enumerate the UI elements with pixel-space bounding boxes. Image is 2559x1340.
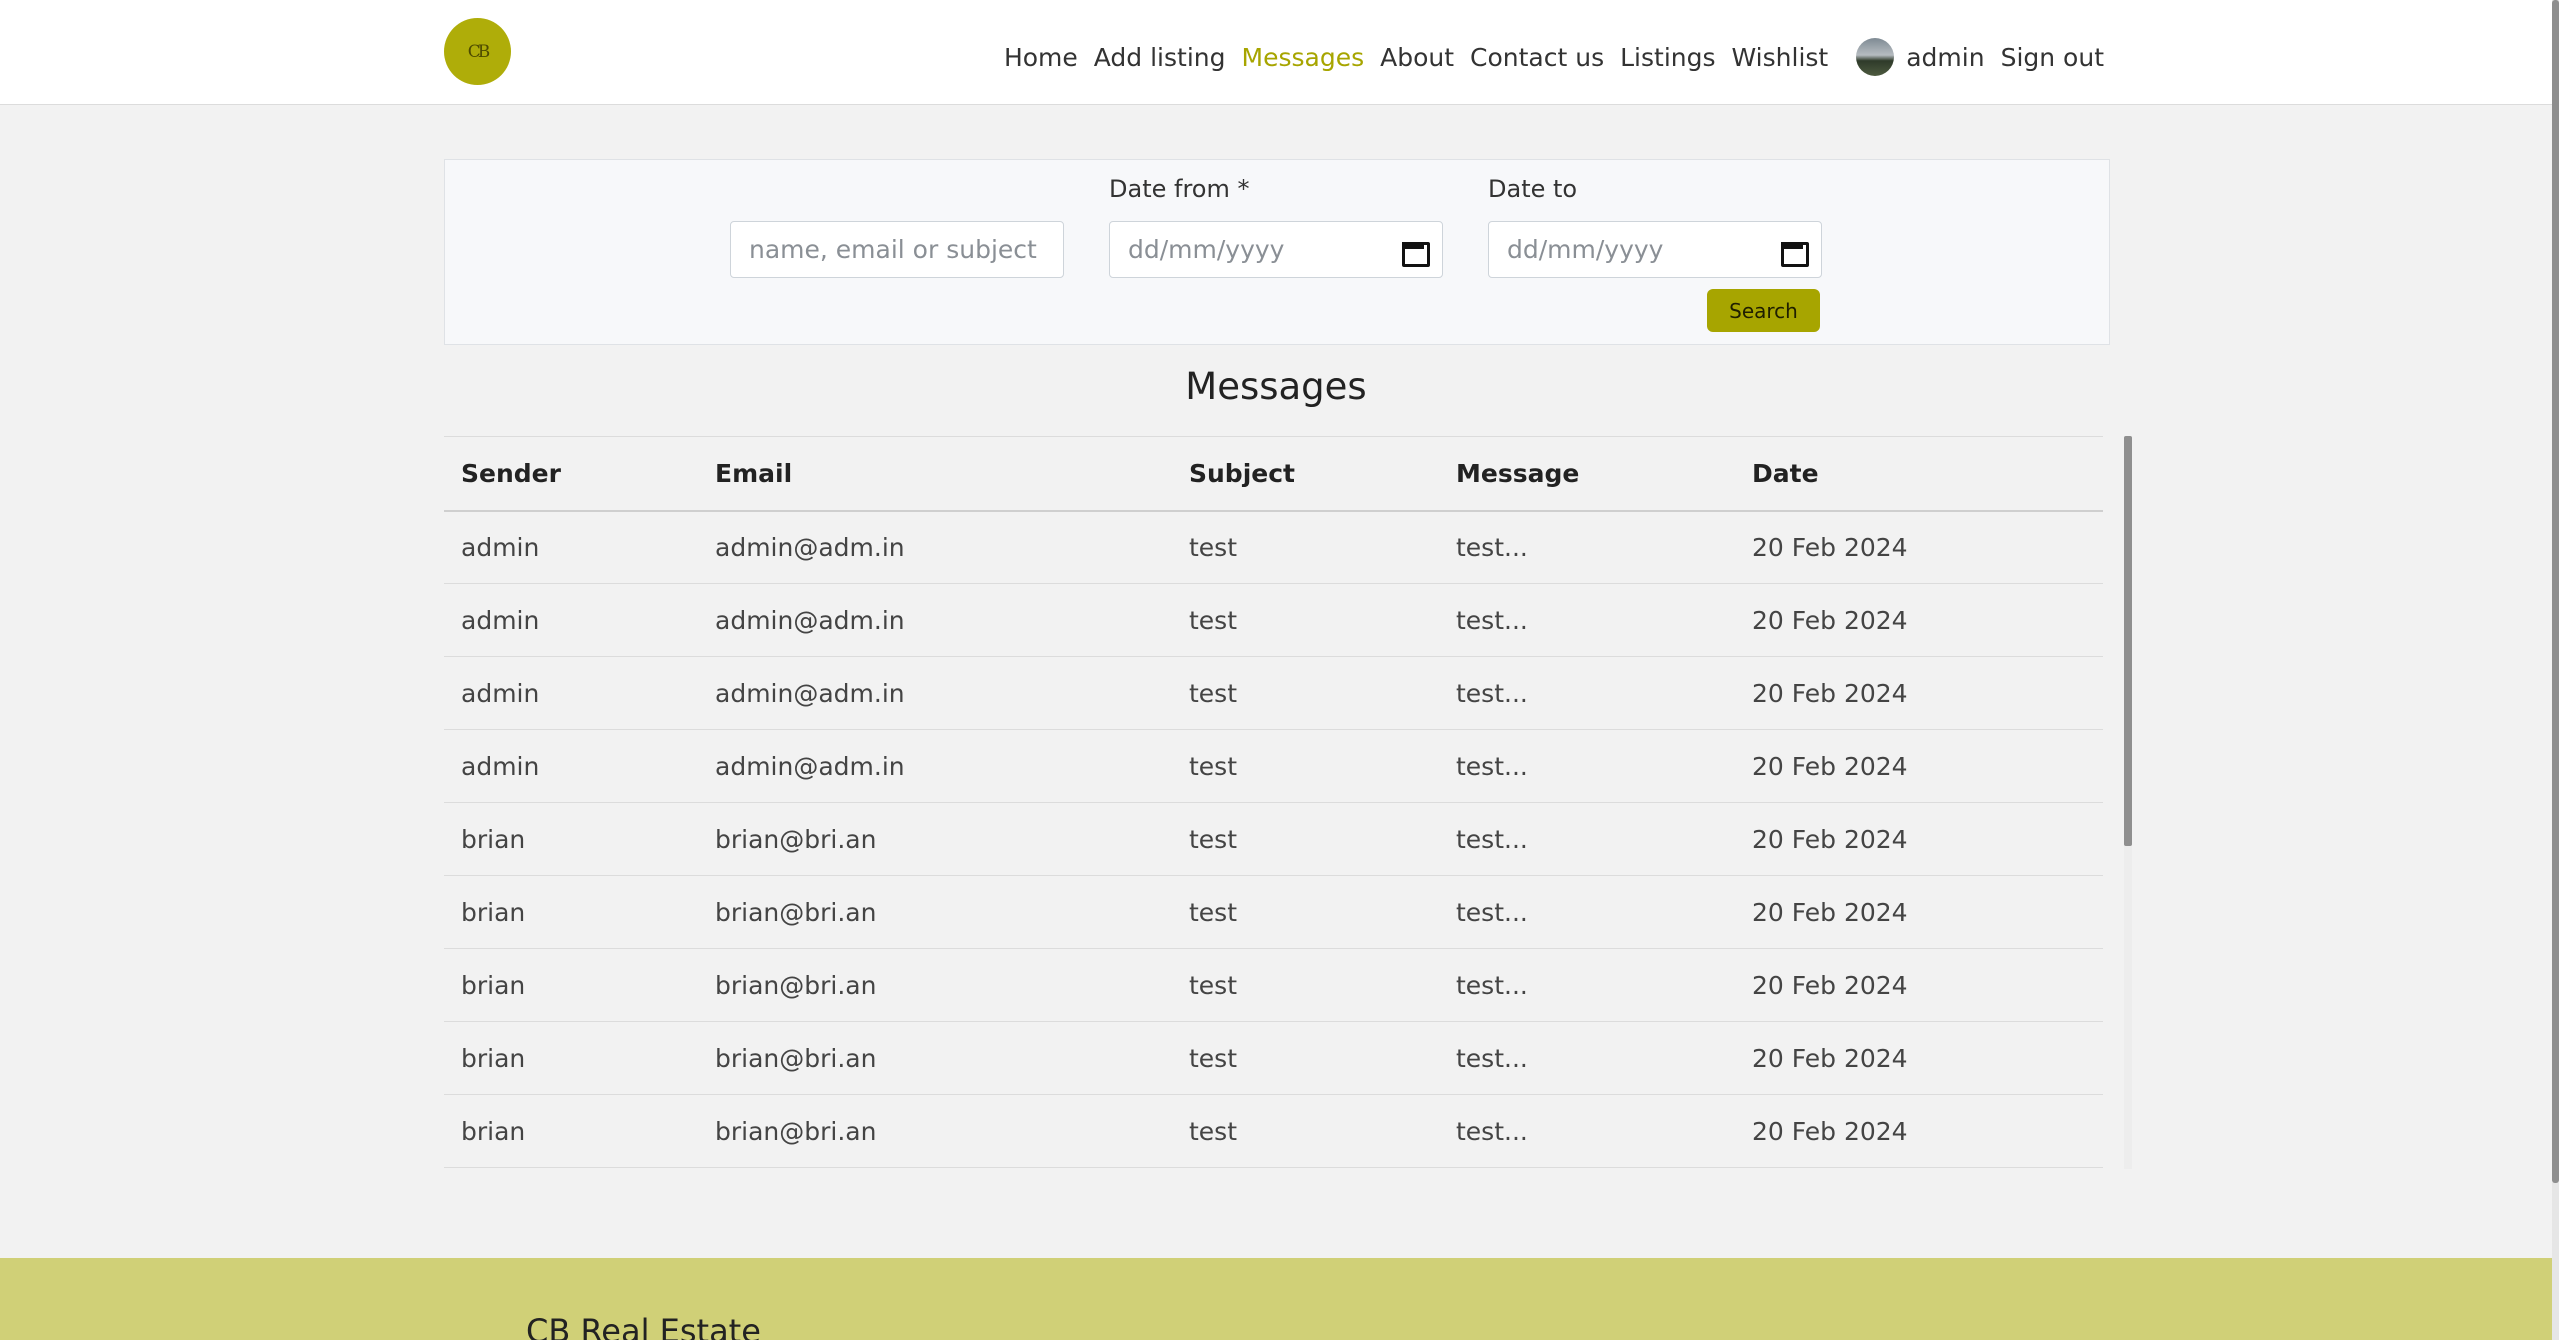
cell-message: test... [1439, 802, 1735, 876]
logo-icon[interactable]: CB [444, 18, 511, 85]
table-row[interactable]: admin admin@adm.in test test... 20 Feb 2024 [444, 583, 2103, 657]
page-title: Messages [1185, 365, 1367, 408]
cell-email: brian@bri.an [698, 948, 1172, 1022]
cell-message: test... [1439, 729, 1735, 803]
nav-link-contact-us[interactable]: Contact us [1470, 43, 1604, 72]
nav-link-home[interactable]: Home [1004, 43, 1078, 72]
nav-link-wishlist[interactable]: Wishlist [1732, 43, 1829, 72]
table-row[interactable]: admin admin@adm.in test test... 20 Feb 2024 [444, 729, 2103, 803]
avatar[interactable] [1856, 38, 1895, 76]
table-scrollbar[interactable] [2124, 436, 2132, 846]
cell-message: test... [1439, 948, 1735, 1022]
footer: CB Real Estate [0, 1258, 2552, 1340]
cell-email: brian@bri.an [698, 802, 1172, 876]
cell-email: admin@adm.in [698, 729, 1172, 803]
user-name-link[interactable]: admin [1906, 43, 1984, 72]
cell-subject: test [1172, 656, 1439, 730]
cell-sender: admin [444, 510, 698, 584]
header-date: Date [1735, 436, 2103, 512]
table-row[interactable]: admin admin@adm.in test test... 20 Feb 2024 [444, 510, 2103, 584]
table-header-row: Sender Email Subject Message Date [444, 436, 2103, 512]
cell-email: admin@adm.in [698, 656, 1172, 730]
messages-table: Sender Email Subject Message Date admin a… [444, 436, 2103, 1168]
date-to-input[interactable]: dd/mm/yyyy [1488, 221, 1822, 278]
cell-date: 20 Feb 2024 [1735, 875, 2103, 949]
search-input[interactable]: name, email or subject [730, 221, 1064, 278]
table-row[interactable]: brian brian@bri.an test test... 20 Feb 2024 [444, 875, 2103, 949]
cell-message: test... [1439, 656, 1735, 730]
cell-date: 20 Feb 2024 [1735, 656, 2103, 730]
date-to-label: Date to [1488, 175, 1578, 203]
cell-email: brian@bri.an [698, 875, 1172, 949]
calendar-icon[interactable] [1402, 239, 1430, 267]
sign-out-link[interactable]: Sign out [2001, 43, 2104, 72]
date-from-label: Date from * [1109, 175, 1250, 203]
cell-sender: brian [444, 875, 698, 949]
header-email: Email [698, 436, 1172, 512]
cell-date: 20 Feb 2024 [1735, 948, 2103, 1022]
cell-sender: brian [444, 1094, 698, 1168]
nav-link-add-listing[interactable]: Add listing [1094, 43, 1226, 72]
logo-text: CB [467, 41, 490, 62]
cell-message: test... [1439, 1021, 1735, 1095]
cell-sender: admin [444, 583, 698, 657]
messages-table-container: Sender Email Subject Message Date admin a… [444, 436, 2103, 1169]
cell-subject: test [1172, 875, 1439, 949]
table-row[interactable]: brian brian@bri.an test test... 20 Feb 2024 [444, 802, 2103, 876]
header-subject: Subject [1172, 436, 1439, 512]
user-menu[interactable]: admin [1856, 38, 1985, 76]
footer-title: CB Real Estate [526, 1312, 761, 1340]
cell-subject: test [1172, 948, 1439, 1022]
table-row[interactable]: brian brian@bri.an test test... 20 Feb 2024 [444, 1094, 2103, 1168]
nav-link-listings[interactable]: Listings [1620, 43, 1715, 72]
cell-sender: admin [444, 729, 698, 803]
search-button[interactable]: Search [1707, 289, 1820, 332]
page-scrollbar-thumb[interactable] [2552, 0, 2559, 1183]
table-row[interactable]: admin admin@adm.in test test... 20 Feb 2024 [444, 656, 2103, 730]
cell-message: test... [1439, 583, 1735, 657]
navbar: CB Home Add listing Messages About Conta… [0, 0, 2552, 105]
cell-date: 20 Feb 2024 [1735, 510, 2103, 584]
header-sender: Sender [444, 436, 698, 512]
search-panel: name, email or subject Date from * dd/mm… [444, 159, 2110, 345]
cell-sender: brian [444, 1021, 698, 1095]
cell-date: 20 Feb 2024 [1735, 583, 2103, 657]
cell-sender: admin [444, 656, 698, 730]
nav-links: Home Add listing Messages About Contact … [1004, 38, 2104, 76]
cell-date: 20 Feb 2024 [1735, 1094, 2103, 1168]
cell-subject: test [1172, 1021, 1439, 1095]
nav-link-messages[interactable]: Messages [1242, 43, 1365, 72]
cell-subject: test [1172, 729, 1439, 803]
table-body: admin admin@adm.in test test... 20 Feb 2024 a… [444, 510, 2103, 1168]
cell-message: test... [1439, 875, 1735, 949]
header-message: Message [1439, 436, 1735, 512]
table-row[interactable]: brian brian@bri.an test test... 20 Feb 2024 [444, 948, 2103, 1022]
cell-subject: test [1172, 583, 1439, 657]
cell-email: brian@bri.an [698, 1094, 1172, 1168]
cell-message: test... [1439, 1094, 1735, 1168]
cell-email: admin@adm.in [698, 583, 1172, 657]
cell-email: brian@bri.an [698, 1021, 1172, 1095]
date-from-input[interactable]: dd/mm/yyyy [1109, 221, 1443, 278]
table-row[interactable]: brian brian@bri.an test test... 20 Feb 2024 [444, 1021, 2103, 1095]
cell-email: admin@adm.in [698, 510, 1172, 584]
cell-date: 20 Feb 2024 [1735, 1021, 2103, 1095]
cell-message: test... [1439, 510, 1735, 584]
date-to-placeholder: dd/mm/yyyy [1507, 235, 1664, 264]
calendar-icon[interactable] [1781, 239, 1809, 267]
cell-subject: test [1172, 510, 1439, 584]
cell-sender: brian [444, 802, 698, 876]
nav-link-about[interactable]: About [1380, 43, 1454, 72]
date-from-placeholder: dd/mm/yyyy [1128, 235, 1285, 264]
cell-subject: test [1172, 802, 1439, 876]
cell-sender: brian [444, 948, 698, 1022]
cell-date: 20 Feb 2024 [1735, 802, 2103, 876]
cell-date: 20 Feb 2024 [1735, 729, 2103, 803]
cell-subject: test [1172, 1094, 1439, 1168]
search-input-placeholder: name, email or subject [749, 235, 1037, 264]
